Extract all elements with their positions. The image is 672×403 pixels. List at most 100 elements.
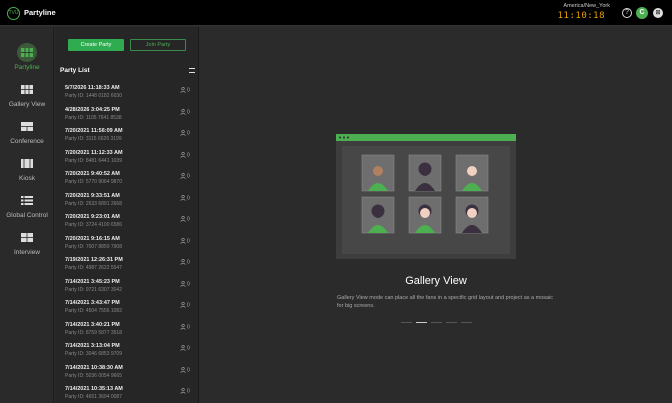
party-id: Party ID: 9721 6307 3042: [65, 286, 122, 293]
create-party-button[interactable]: Create Party: [68, 39, 124, 51]
carousel-dot[interactable]: [461, 322, 472, 323]
sidebar-item-kiosk[interactable]: Kiosk: [0, 146, 54, 186]
kiosk-icon: [21, 159, 33, 168]
gallery-view-illustration: [336, 134, 516, 259]
party-member-count: 0: [180, 173, 190, 179]
party-id: Party ID: 4651 3694 0087: [65, 394, 122, 400]
party-date: 7/14/2021 3:45:23 PM: [65, 278, 120, 285]
party-list-item[interactable]: 7/14/2021 3:40:21 PM Party ID: 8759 5877 …: [55, 318, 199, 339]
party-date: 7/20/2021 9:40:52 AM: [65, 171, 120, 177]
party-member-count: 0: [180, 259, 190, 265]
users-icon: [180, 173, 186, 179]
party-member-count: 0: [180, 194, 190, 201]
partyline-icon: [21, 48, 33, 57]
party-list-item[interactable]: 7/14/2021 3:45:23 PM Party ID: 9721 6307 …: [55, 275, 199, 296]
clock: 11:10:18: [557, 11, 605, 21]
party-id: Party ID: 5036 0054 9665: [65, 372, 122, 379]
party-list-item[interactable]: 7/20/2021 9:33:51 AM Party ID: 2633 6891 …: [55, 189, 199, 210]
apps-grid-icon[interactable]: ⊞: [653, 8, 663, 18]
party-id: Party ID: 8481 6441 1039: [65, 157, 122, 164]
sidebar-item-gallery-view[interactable]: Gallery View: [0, 72, 54, 112]
sidebar: Partyline Gallery View Conference Kiosk …: [0, 27, 54, 403]
sidebar-item-conference[interactable]: Conference: [0, 109, 54, 149]
party-member-count: 0: [180, 237, 190, 244]
party-count-value: 0: [187, 194, 190, 201]
sidebar-item-label: Gallery View: [8, 101, 46, 108]
join-party-button[interactable]: Join Party: [130, 39, 186, 51]
sidebar-item-label: Partyline: [14, 64, 40, 71]
party-member-count: 0: [180, 151, 190, 158]
sidebar-item-interview[interactable]: Interview: [0, 220, 54, 260]
party-count-value: 0: [187, 259, 190, 266]
party-list-item[interactable]: 7/14/2021 3:43:47 PM Party ID: 4504 7556 …: [55, 296, 199, 317]
users-icon: [180, 194, 186, 201]
sidebar-item-label: Interview: [13, 249, 40, 256]
sidebar-item-label: Kiosk: [19, 175, 35, 182]
party-count-value: 0: [187, 216, 190, 223]
party-list-item[interactable]: 4/28/2026 3:04:25 PM Party ID: 1105 7641 …: [55, 103, 199, 124]
top-bar: TVU Partyline America/New_York 11:10:18 …: [0, 0, 672, 26]
party-id: Party ID: 4987 2622 5547: [65, 265, 122, 271]
participant-tile: [361, 154, 395, 192]
users-icon: [180, 259, 186, 265]
carousel-dot[interactable]: [446, 322, 457, 323]
carousel-dot[interactable]: [416, 322, 427, 323]
party-id: Party ID: 8759 5877 3518: [65, 329, 122, 336]
party-member-count: 0: [180, 108, 190, 115]
users-icon: [180, 345, 186, 351]
party-member-count: 0: [180, 87, 190, 93]
party-id: Party ID: 3115 6626 3199: [65, 136, 122, 142]
party-count-value: 0: [187, 130, 190, 137]
party-id: Party ID: 5770 9064 9870: [65, 179, 122, 185]
participant-tile: [455, 196, 489, 234]
global-control-icon: [21, 196, 33, 205]
party-date: 7/20/2021 9:33:51 AM: [65, 192, 120, 199]
party-list-item[interactable]: 7/14/2021 10:38:30 AM Party ID: 5036 0054…: [55, 361, 199, 382]
party-list-title: Party List: [60, 67, 90, 74]
participant-tile: [361, 196, 395, 234]
sidebar-item-partyline[interactable]: Partyline: [0, 35, 54, 75]
party-date: 7/14/2021 3:40:21 PM: [65, 321, 120, 328]
party-count-value: 0: [187, 388, 190, 395]
users-icon: [180, 216, 186, 222]
party-member-count: 0: [180, 388, 190, 394]
conference-icon: [21, 122, 33, 131]
party-member-count: 0: [180, 130, 190, 136]
avatar[interactable]: C: [636, 7, 648, 19]
party-date: 7/20/2021 11:56:09 AM: [65, 128, 123, 134]
participant-tile: [408, 154, 442, 192]
party-list-item[interactable]: 7/19/2021 12:26:31 PM Party ID: 4987 2622…: [55, 253, 199, 274]
party-list-item[interactable]: 7/14/2021 10:35:13 AM Party ID: 4651 3694…: [55, 382, 199, 403]
sidebar-item-label: Global Control: [6, 212, 48, 219]
party-member-count: 0: [180, 302, 190, 308]
carousel-dot[interactable]: [431, 322, 442, 323]
party-count-value: 0: [187, 366, 190, 373]
users-icon: [180, 366, 186, 373]
party-count-value: 0: [187, 108, 190, 115]
party-list-item[interactable]: 7/14/2021 3:13:04 PM Party ID: 3046 6853 …: [55, 339, 199, 360]
party-member-count: 0: [180, 323, 190, 330]
party-date: 7/19/2021 12:26:31 PM: [65, 257, 123, 263]
party-list-item[interactable]: 7/20/2021 11:12:33 AM Party ID: 8481 6441…: [55, 146, 199, 167]
party-date: 4/28/2026 3:04:25 PM: [65, 106, 120, 113]
sidebar-item-global-control[interactable]: Global Control: [0, 183, 54, 223]
help-icon[interactable]: ?: [622, 8, 632, 18]
party-list[interactable]: 5/7/2026 11:18:33 AM Party ID: 1448 0182 …: [55, 81, 199, 403]
carousel-dot[interactable]: [401, 322, 412, 323]
party-date: 5/7/2026 11:18:33 AM: [65, 85, 120, 91]
users-icon: [180, 280, 186, 287]
party-member-count: 0: [180, 280, 190, 287]
party-list-item[interactable]: 7/20/2021 11:56:09 AM Party ID: 3115 6626…: [55, 124, 199, 145]
party-list-item[interactable]: 7/20/2021 9:23:01 AM Party ID: 3724 4100 …: [55, 210, 199, 231]
party-list-item[interactable]: 5/7/2026 11:18:33 AM Party ID: 1448 0182 …: [55, 81, 199, 102]
party-member-count: 0: [180, 366, 190, 373]
party-list-item[interactable]: 7/20/2021 9:40:52 AM Party ID: 5770 9064 …: [55, 167, 199, 188]
list-view-icon[interactable]: [189, 68, 195, 73]
party-date: 7/14/2021 3:43:47 PM: [65, 300, 120, 306]
party-member-count: 0: [180, 345, 190, 351]
party-id: Party ID: 3724 4100 6586: [65, 222, 122, 228]
party-list-item[interactable]: 7/20/2021 9:16:15 AM Party ID: 7007 8859 …: [55, 232, 199, 253]
users-icon: [180, 302, 186, 308]
party-date: 7/14/2021 10:35:13 AM: [65, 386, 123, 392]
party-member-count: 0: [180, 216, 190, 222]
